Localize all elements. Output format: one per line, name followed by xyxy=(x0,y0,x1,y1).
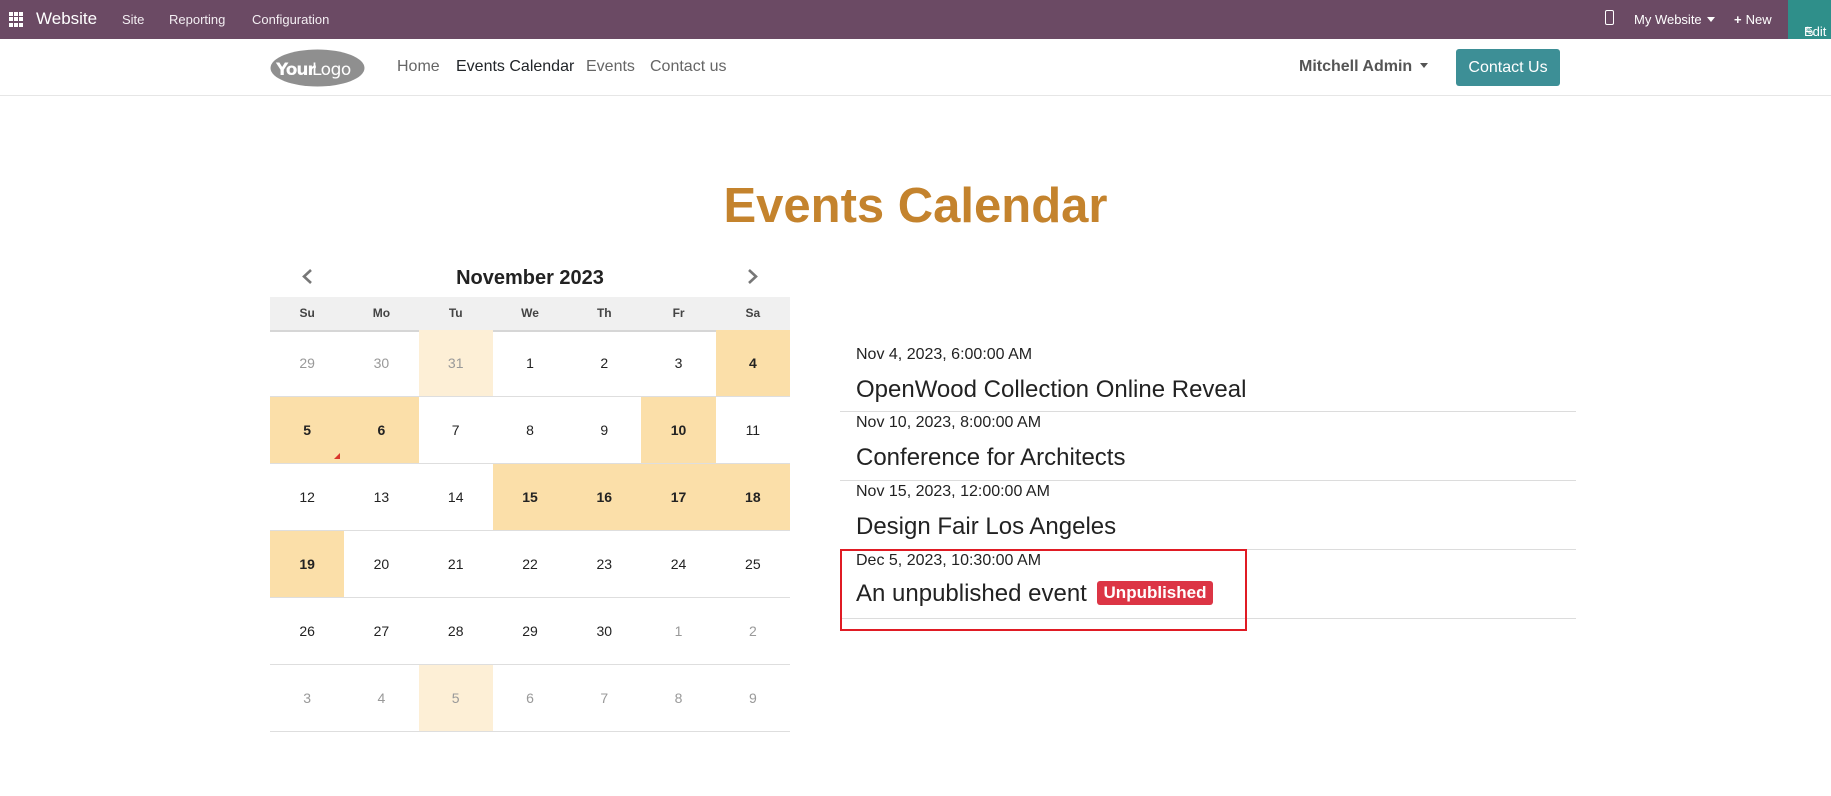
event-date: Nov 4, 2023, 6:00:00 AM xyxy=(856,346,1033,363)
weekday-label: Mo xyxy=(372,306,391,320)
nav-contact-us[interactable]: Contact us xyxy=(650,58,726,76)
calendar-day[interactable]: 6 xyxy=(492,665,568,732)
mobile-preview-icon[interactable] xyxy=(1605,10,1614,25)
edit-label: Edit xyxy=(1804,24,1827,39)
nav-events[interactable]: Events xyxy=(586,58,635,76)
new-button[interactable]: + New xyxy=(1734,12,1772,27)
calendar-day-with-event[interactable]: 17 xyxy=(641,464,716,531)
menu-configuration[interactable]: Configuration xyxy=(252,12,329,27)
day-number: 5 xyxy=(303,422,312,438)
plus-icon: + xyxy=(1734,12,1742,27)
event-list-item[interactable]: Nov 4, 2023, 6:00:00 AM OpenWood Collect… xyxy=(840,343,1576,412)
user-name: Mitchell Admin xyxy=(1299,58,1413,75)
contact-us-button[interactable]: Contact Us xyxy=(1456,49,1560,86)
calendar-day[interactable]: 3 xyxy=(270,665,345,732)
new-label: New xyxy=(1745,12,1772,27)
caret-down-icon xyxy=(1706,17,1715,22)
calendar-day[interactable]: 9 xyxy=(715,665,790,732)
calendar-day[interactable]: 8 xyxy=(641,665,716,732)
website-switcher-label: My Website xyxy=(1634,12,1702,27)
calendar-day[interactable]: 30 xyxy=(344,330,419,397)
calendar-day[interactable]: 28 xyxy=(418,598,493,665)
nav-events-calendar[interactable]: Events Calendar xyxy=(456,58,574,76)
apps-menu-icon[interactable] xyxy=(9,12,24,27)
calendar-day[interactable]: 20 xyxy=(344,531,419,598)
calendar-day-with-event[interactable]: 6 xyxy=(344,397,419,464)
calendar-day-with-event[interactable]: 16 xyxy=(567,464,642,531)
calendar-day[interactable]: 27 xyxy=(344,598,419,665)
caret-down-icon xyxy=(1420,63,1429,68)
calendar-day-with-event[interactable]: 18 xyxy=(715,464,790,531)
event-title[interactable]: Design Fair Los Angeles xyxy=(856,513,1116,541)
calendar-month-label: November 2023 xyxy=(456,267,604,289)
event-date: Nov 10, 2023, 8:00:00 AM xyxy=(856,414,1042,431)
event-title[interactable]: OpenWood Collection Online Reveal xyxy=(856,376,1246,404)
logo-text: Logo xyxy=(312,60,351,80)
page-title: Events Calendar xyxy=(723,179,1108,233)
calendar-day[interactable]: 29 xyxy=(270,330,345,397)
weekday-label: Tu xyxy=(448,306,463,320)
calendar-day-with-event[interactable]: 10 xyxy=(641,397,716,464)
event-marker-icon xyxy=(334,453,341,459)
top-bar: Website Site Reporting Configuration My … xyxy=(0,0,1831,39)
calendar-day[interactable]: 9 xyxy=(567,397,642,464)
calendar-day[interactable]: 13 xyxy=(344,464,419,531)
calendar-day[interactable]: 31 xyxy=(418,330,493,397)
website-switcher[interactable]: My Website xyxy=(1634,12,1715,27)
annotation-highlight-box xyxy=(840,549,1247,631)
calendar-day[interactable]: 7 xyxy=(567,665,642,732)
event-date: Nov 15, 2023, 12:00:00 AM xyxy=(856,483,1050,500)
calendar-day[interactable]: 1 xyxy=(492,330,568,397)
weekday-label: Th xyxy=(596,306,612,320)
calendar-day[interactable]: 3 xyxy=(641,330,716,397)
weekday-label: Sa xyxy=(745,306,761,320)
calendar-day[interactable]: 26 xyxy=(270,598,345,665)
calendar-day[interactable]: 5 xyxy=(418,665,493,732)
event-list-item[interactable]: Nov 15, 2023, 12:00:00 AM Design Fair Lo… xyxy=(840,480,1576,550)
calendar-day[interactable]: 21 xyxy=(418,531,493,598)
weekday-label: We xyxy=(521,306,539,320)
calendar-day-with-event[interactable]: 19 xyxy=(270,531,345,598)
event-title[interactable]: Conference for Architects xyxy=(856,444,1125,472)
chevron-right-icon[interactable] xyxy=(746,268,759,285)
calendar-day[interactable]: 14 xyxy=(418,464,493,531)
website-navbar: Your Logo Home Events Calendar Events Co… xyxy=(0,39,1831,96)
calendar-day[interactable]: 12 xyxy=(270,464,345,531)
logo-text-bold: Your xyxy=(275,60,317,80)
company-logo[interactable]: Your Logo xyxy=(270,49,365,87)
weekday-label: Fr xyxy=(672,306,685,320)
edit-button[interactable]: ✎ Edit xyxy=(1788,0,1831,39)
nav-home[interactable]: Home xyxy=(397,58,440,76)
calendar-day[interactable]: 1 xyxy=(641,598,716,665)
menu-site[interactable]: Site xyxy=(122,12,144,27)
calendar-day[interactable]: 24 xyxy=(641,531,716,598)
calendar-day[interactable]: 8 xyxy=(492,397,568,464)
calendar-day[interactable]: 4 xyxy=(344,665,419,732)
user-menu[interactable]: Mitchell Admin xyxy=(1299,58,1429,76)
calendar-day[interactable]: 7 xyxy=(418,397,493,464)
weekday-label: Su xyxy=(299,306,315,320)
app-name[interactable]: Website xyxy=(36,9,97,29)
calendar-weekday-header: Su Mo Tu We Th Fr Sa xyxy=(270,297,790,332)
calendar-day[interactable]: 2 xyxy=(567,330,642,397)
calendar-day[interactable]: 29 xyxy=(492,598,568,665)
calendar-day-with-event[interactable]: 4 xyxy=(715,330,790,397)
calendar-day[interactable]: 30 xyxy=(567,598,642,665)
calendar-day[interactable]: 25 xyxy=(715,531,790,598)
calendar-day-with-event[interactable]: 5 xyxy=(270,397,345,464)
event-list-item[interactable]: Nov 10, 2023, 8:00:00 AM Conference for … xyxy=(840,411,1576,481)
calendar-day[interactable]: 22 xyxy=(492,531,568,598)
calendar-day[interactable]: 23 xyxy=(567,531,642,598)
calendar-day-with-event[interactable]: 15 xyxy=(492,464,568,531)
calendar-day[interactable]: 2 xyxy=(715,598,790,665)
calendar-day[interactable]: 11 xyxy=(715,397,790,464)
menu-reporting[interactable]: Reporting xyxy=(169,12,225,27)
calendar-grid: 29 30 31 1 2 3 4 5 6 7 8 9 10 11 12 13 1… xyxy=(270,330,790,732)
